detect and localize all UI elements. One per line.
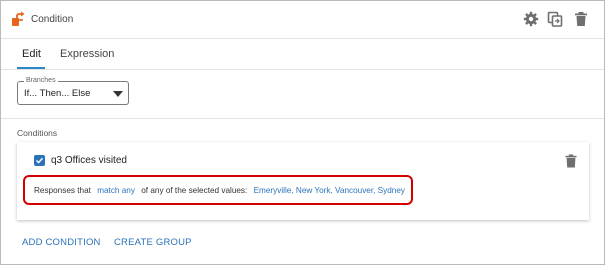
- selected-values-link[interactable]: Emeryville, New York, Vancouver, Sydney: [254, 186, 405, 195]
- match-mode-link[interactable]: match any: [97, 186, 135, 195]
- branches-label: Branches: [24, 77, 58, 85]
- caret-down-icon: [113, 91, 123, 97]
- tab-expression[interactable]: Expression: [60, 48, 114, 60]
- copy-icon[interactable]: [547, 11, 563, 27]
- checkmark-icon: [35, 157, 44, 164]
- condition-card: q3 Offices visited Responses that match …: [17, 142, 589, 220]
- condition-rule: Responses that match any of any of the s…: [34, 186, 409, 195]
- divider: [1, 118, 604, 119]
- gear-icon[interactable]: [523, 11, 539, 27]
- trash-icon[interactable]: [573, 11, 589, 27]
- panel-title: Condition: [31, 14, 74, 25]
- active-tab-indicator: [17, 67, 45, 69]
- tab-edit[interactable]: Edit: [22, 48, 41, 60]
- condition-title: q3 Offices visited: [51, 155, 127, 166]
- rule-middle-text: of any of the selected values:: [141, 186, 248, 195]
- condition-logo-icon: [12, 11, 25, 26]
- delete-condition-icon[interactable]: [565, 154, 577, 168]
- tab-bar: Edit Expression: [1, 40, 604, 70]
- conditions-heading: Conditions: [17, 128, 58, 138]
- condition-checkbox[interactable]: [34, 155, 45, 166]
- create-group-button[interactable]: CREATE GROUP: [114, 237, 192, 248]
- rule-prefix: Responses that: [34, 186, 91, 195]
- branches-select[interactable]: Branches If... Then... Else: [17, 77, 129, 105]
- add-condition-button[interactable]: ADD CONDITION: [22, 237, 101, 248]
- branches-value: If... Then... Else: [24, 88, 91, 99]
- condition-panel: Condition Edit Expression Branches If...…: [0, 0, 605, 265]
- panel-header: Condition: [1, 1, 604, 39]
